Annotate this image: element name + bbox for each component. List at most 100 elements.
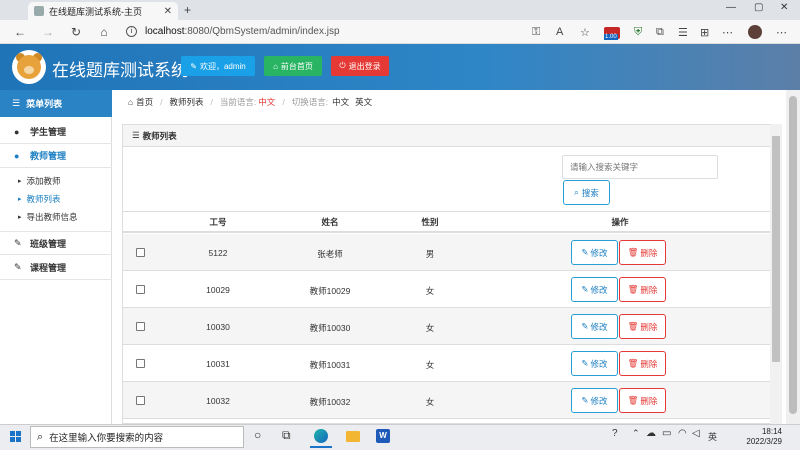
profile-avatar[interactable]	[748, 25, 762, 39]
maximize-icon[interactable]: ▢	[754, 2, 763, 13]
user-icon: ●	[14, 126, 20, 137]
delete-button[interactable]: 🗑 删除	[619, 277, 666, 302]
shield-icon[interactable]: ⛨	[634, 26, 642, 39]
chevron-up-icon[interactable]: ⌃	[632, 428, 640, 439]
cell-gender: 女	[425, 397, 435, 407]
file-explorer-icon[interactable]	[346, 431, 360, 442]
edit-icon: ✎	[581, 247, 589, 257]
front-home-label: 前台首页	[280, 61, 313, 71]
cell-gender: 女	[425, 286, 435, 296]
edit-icon: ✎	[581, 358, 589, 368]
sidebar-item-teachers[interactable]: ● 教师管理	[0, 144, 112, 168]
caret-right-icon: ▸	[18, 196, 22, 203]
browser-menu-icon[interactable]: ⋯	[776, 26, 787, 39]
network-icon[interactable]: ▭	[662, 428, 671, 439]
ime-indicator[interactable]: 英	[708, 430, 717, 443]
close-window-icon[interactable]: ✕	[780, 2, 788, 13]
breadcrumb-current[interactable]: 教师列表	[170, 96, 204, 108]
cell-name: 教师10029	[309, 286, 351, 296]
current-language-value: 中文	[258, 97, 276, 107]
home-icon[interactable]: ⌂	[96, 25, 112, 39]
taskbar-clock[interactable]: 18:14 2022/3/29	[738, 427, 782, 447]
welcome-button[interactable]: ✎ 欢迎，admin	[181, 56, 255, 76]
delete-button[interactable]: 🗑 删除	[619, 351, 666, 376]
extensions-icon[interactable]: ⧉	[656, 26, 664, 39]
cloud-icon[interactable]: ☁	[646, 428, 656, 439]
edit-button[interactable]: ✎ 修改	[571, 351, 618, 376]
minimize-icon[interactable]: —	[726, 2, 736, 13]
logout-label: 退出登录	[348, 61, 381, 71]
favorites-bar-icon[interactable]: ☰	[678, 26, 688, 39]
row-checkbox[interactable]	[136, 396, 145, 405]
row-checkbox[interactable]	[136, 285, 145, 294]
lang-chinese-link[interactable]: 中文	[332, 96, 349, 108]
lang-english-link[interactable]: 英文	[355, 96, 372, 108]
row-checkbox[interactable]	[136, 322, 145, 331]
url-field[interactable]: i localhost :8080/QbmSystem/admin/index.…	[126, 23, 526, 41]
sidebar-item-classes[interactable]: ✎ 班级管理	[0, 231, 112, 255]
front-home-button[interactable]: ⌂ 前台首页	[264, 56, 322, 76]
search-button[interactable]: ⌕ 搜索	[563, 180, 610, 205]
key-icon[interactable]: ⚿	[532, 26, 540, 39]
edit-label: 修改	[590, 284, 608, 295]
sidebar-sub-export-teachers[interactable]: ▸ 导出教师信息	[0, 208, 112, 226]
breadcrumb-home[interactable]: 首页	[136, 96, 153, 108]
sidebar-item-label: 班级管理	[30, 238, 67, 249]
sidebar-sub-add-teacher[interactable]: ▸ 添加教师	[0, 172, 112, 190]
edit-button[interactable]: ✎ 修改	[571, 314, 618, 339]
cortana-icon[interactable]: ○	[254, 428, 261, 442]
word-icon[interactable]: W	[376, 429, 390, 443]
panel-header: ☰ 教师列表	[123, 125, 770, 147]
sidebar-sub-label: 导出教师信息	[26, 212, 78, 222]
site-info-icon[interactable]: i	[126, 26, 137, 37]
clock-date: 2022/3/29	[746, 437, 782, 446]
refresh-icon[interactable]: ↻	[68, 25, 84, 39]
edge-icon[interactable]	[314, 429, 328, 443]
cell-name: 张老师	[317, 249, 343, 259]
edit-icon: ✎	[14, 237, 22, 248]
row-checkbox[interactable]	[136, 359, 145, 368]
panel-scroll-thumb[interactable]	[772, 136, 780, 362]
delete-button[interactable]: 🗑 删除	[619, 240, 666, 265]
read-aloud-icon[interactable]: A	[556, 26, 563, 38]
new-tab-icon[interactable]: +	[184, 3, 191, 17]
edit-button[interactable]: ✎ 修改	[571, 277, 618, 302]
collections-icon[interactable]: ⊞	[700, 26, 709, 39]
windows-start-icon[interactable]	[10, 431, 22, 443]
task-view-icon[interactable]: ⧉	[282, 428, 291, 443]
edit-button[interactable]: ✎ 修改	[571, 388, 618, 413]
home-icon: ⌂	[128, 97, 134, 107]
more-icon[interactable]: ⋯	[722, 26, 733, 39]
edit-label: 修改	[590, 358, 608, 369]
delete-label: 删除	[640, 395, 658, 406]
trash-icon: 🗑	[627, 358, 639, 368]
sidebar-item-label: 课程管理	[30, 263, 67, 273]
sidebar-sub-teacher-list[interactable]: ▸ 教师列表	[0, 190, 112, 208]
wifi-icon[interactable]: ◠	[678, 428, 687, 439]
logout-button[interactable]: ⏻ 退出登录	[331, 56, 389, 76]
delete-button[interactable]: 🗑 删除	[619, 314, 666, 339]
volume-icon[interactable]: ◁	[692, 428, 700, 439]
back-icon[interactable]: ←	[12, 25, 28, 39]
browser-tab[interactable]: 在线题库测试系统-主页 ✕	[28, 2, 178, 20]
cell-name: 教师10031	[309, 360, 351, 370]
delete-button[interactable]: 🗑 删除	[619, 388, 666, 413]
sidebar-item-students[interactable]: ● 学生管理	[0, 120, 112, 144]
cell-id: 10032	[206, 396, 230, 406]
help-icon[interactable]: ?	[612, 428, 618, 439]
favorite-icon[interactable]: ☆	[580, 26, 590, 39]
forward-icon[interactable]: →	[40, 25, 56, 39]
edit-button[interactable]: ✎ 修改	[571, 240, 618, 265]
page-scroll-thumb[interactable]	[789, 96, 797, 414]
col-header-gender: 性别	[421, 217, 439, 227]
taskbar-search[interactable]: ⌕ 在这里输入你要搜索的内容	[30, 426, 244, 448]
cell-gender: 女	[425, 323, 435, 333]
sidebar-item-courses[interactable]: ✎ 课程管理	[0, 256, 112, 280]
row-checkbox[interactable]	[136, 248, 145, 257]
col-header-id: 工号	[209, 217, 227, 227]
close-tab-icon[interactable]: ✕	[164, 6, 172, 17]
search-input[interactable]	[562, 155, 718, 179]
edit-label: 修改	[590, 321, 608, 332]
search-button-label: 搜索	[581, 187, 599, 198]
switch-language-label: 切换语言:	[291, 97, 329, 107]
